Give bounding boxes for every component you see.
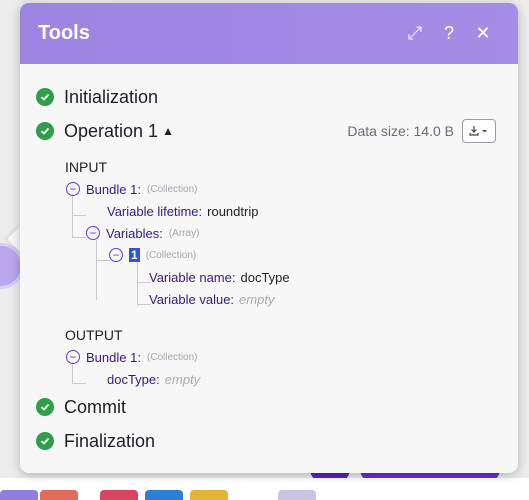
step-commit[interactable]: Commit [36, 390, 496, 424]
step-initialization[interactable]: Initialization [36, 80, 496, 114]
toolbar-chip[interactable] [190, 490, 228, 500]
field-value: roundtrip [207, 203, 259, 219]
expand-icon[interactable]: ⤢ [398, 17, 432, 51]
step-operation[interactable]: Operation 1 ▲ Data size: 14.0 B [36, 114, 496, 148]
check-icon [36, 398, 54, 416]
step-label: Initialization [64, 86, 159, 107]
field-key: docType: [107, 371, 160, 387]
download-icon [469, 126, 487, 136]
collapse-icon[interactable]: − [109, 248, 123, 262]
input-tree: − Bundle 1: (Collection) Variable lifeti… [66, 178, 496, 310]
tree-row: − Bundle 1: (Collection) [66, 346, 496, 368]
bundle-key: Bundle 1: [86, 181, 141, 197]
step-finalization[interactable]: Finalization [36, 424, 496, 458]
tree-row: Variable name: docType [66, 266, 496, 288]
check-icon [36, 88, 54, 106]
array-index: 1 [129, 248, 140, 262]
check-icon [36, 432, 54, 450]
help-icon[interactable]: ? [432, 17, 466, 51]
field-key: Variable value: [149, 291, 235, 307]
tree-row: − 1 (Collection) [66, 244, 496, 266]
collapse-icon[interactable]: − [66, 182, 80, 196]
type-label: (Collection) [146, 351, 198, 363]
tools-dialog: Tools ⤢ ? ✕ Initialization Operation 1 ▲… [20, 3, 518, 473]
field-key: Variable name: [149, 269, 236, 285]
dialog-header: Tools ⤢ ? ✕ [20, 3, 518, 64]
tree-row: Variable value: empty [66, 288, 496, 310]
type-label: (Collection) [146, 183, 198, 195]
type-label: (Collection) [145, 249, 197, 261]
field-value: docType [240, 269, 290, 285]
toolbar-chip[interactable] [40, 490, 78, 500]
toolbar-chip[interactable] [100, 490, 138, 500]
tree-row: Variable lifetime: roundtrip [66, 200, 496, 222]
step-label: Operation 1 [64, 120, 159, 141]
collapse-icon[interactable]: − [66, 350, 80, 364]
field-key: Variables: [106, 225, 163, 241]
dialog-title: Tools [38, 22, 90, 44]
bottom-toolbar [0, 478, 529, 500]
download-button[interactable] [462, 119, 496, 143]
toolbar-chip[interactable] [278, 490, 316, 500]
tree-row: − Variables: (Array) [66, 222, 496, 244]
field-value: empty [239, 291, 275, 307]
tree-row: − Bundle 1: (Collection) [66, 178, 496, 200]
bundle-key: Bundle 1: [86, 349, 141, 365]
output-section-title: OUTPUT [65, 327, 123, 343]
tree-row: docType: empty [66, 368, 496, 390]
step-label: Commit [64, 396, 126, 417]
output-tree: − Bundle 1: (Collection) docType: empty [66, 346, 496, 390]
field-value: empty [164, 371, 201, 387]
field-key: Variable lifetime: [107, 203, 203, 219]
data-size: Data size: 14.0 B [347, 123, 454, 139]
close-icon[interactable]: ✕ [466, 17, 500, 51]
collapse-caret-icon[interactable]: ▲ [162, 124, 174, 138]
type-label: (Array) [168, 227, 200, 239]
toolbar-chip[interactable] [145, 490, 183, 500]
step-label: Finalization [64, 430, 156, 451]
collapse-icon[interactable]: − [86, 226, 100, 240]
toolbar-chip[interactable] [0, 490, 38, 500]
input-section-title: INPUT [65, 159, 107, 175]
check-icon [36, 122, 54, 140]
